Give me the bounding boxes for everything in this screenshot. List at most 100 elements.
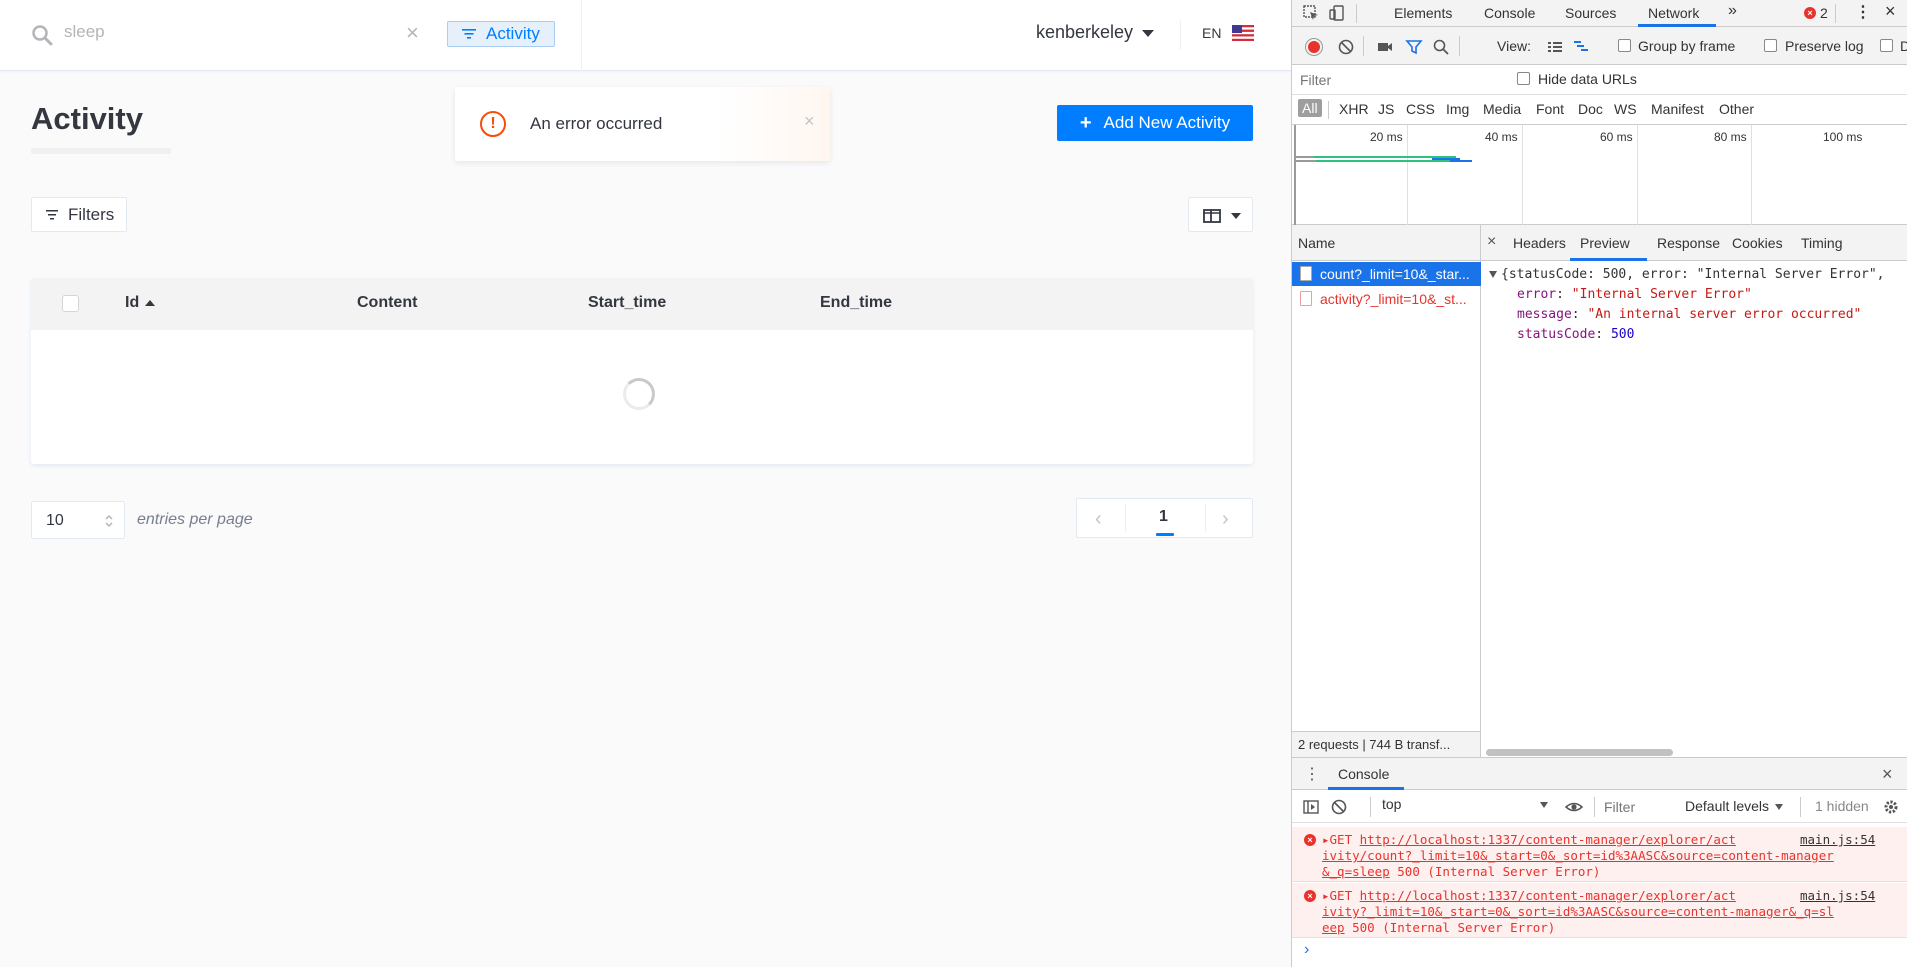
request-url[interactable]: http://localhost:1337/content-manager/ex…: [1360, 832, 1736, 847]
entries-per-page-select[interactable]: 10: [31, 501, 125, 539]
tab-network[interactable]: Network: [1648, 5, 1699, 21]
app-panel: sleep × Activity kenberkeley EN Activity…: [0, 0, 1291, 967]
type-filter-ws[interactable]: WS: [1614, 101, 1637, 117]
hide-data-urls-checkbox[interactable]: [1517, 72, 1530, 85]
name-column-header[interactable]: Name: [1292, 225, 1481, 261]
type-filter-js[interactable]: JS: [1378, 101, 1394, 117]
request-url-continued[interactable]: &_q=sleep: [1322, 864, 1390, 879]
user-menu[interactable]: kenberkeley: [1036, 22, 1133, 43]
close-devtools-icon[interactable]: ×: [1885, 1, 1896, 22]
devtools-tab-bar: Elements Console Sources Network » × 2 ⋮…: [1292, 0, 1907, 27]
timeline-gridline: [1407, 125, 1408, 225]
page-number[interactable]: 1: [1159, 508, 1168, 526]
large-rows-icon[interactable]: [1546, 38, 1564, 56]
source-link[interactable]: main.js:54: [1800, 888, 1875, 903]
gear-icon[interactable]: [1882, 798, 1900, 816]
tab-timing[interactable]: Timing: [1801, 235, 1843, 251]
type-filter-css[interactable]: CSS: [1406, 101, 1435, 117]
kebab-menu-icon[interactable]: ⋮: [1304, 764, 1320, 784]
context-select[interactable]: top: [1382, 796, 1552, 816]
add-button-label: Add New Activity: [1103, 113, 1231, 132]
timeline-gridline: [1637, 125, 1638, 225]
clear-icon[interactable]: [1337, 38, 1355, 56]
caret-down-icon[interactable]: [1142, 30, 1154, 37]
eye-icon[interactable]: [1565, 798, 1583, 816]
preserve-log-checkbox[interactable]: [1764, 39, 1777, 52]
close-detail-icon[interactable]: ×: [1487, 233, 1496, 251]
tab-cookies[interactable]: Cookies: [1732, 235, 1783, 251]
tab-preview[interactable]: Preview: [1580, 235, 1630, 251]
console-error-message[interactable]: × ▸GET http://localhost:1337/content-man…: [1292, 883, 1907, 938]
previous-page-icon[interactable]: ‹: [1095, 508, 1102, 531]
per-page-label: entries per page: [137, 511, 253, 528]
context-value: top: [1382, 796, 1402, 812]
log-levels-select[interactable]: Default levels: [1685, 798, 1784, 814]
close-drawer-icon[interactable]: ×: [1882, 764, 1893, 785]
close-icon[interactable]: ×: [804, 111, 815, 132]
language-selector[interactable]: EN: [1202, 25, 1221, 41]
preview-summary[interactable]: {statusCode: 500, error: "Internal Serve…: [1489, 267, 1885, 282]
source-link[interactable]: main.js:54: [1800, 832, 1875, 847]
filter-icon[interactable]: [1405, 38, 1423, 56]
resource-type-bar: All XHR JS CSS Img Media Font Doc WS Man…: [1292, 95, 1907, 125]
type-filter-media[interactable]: Media: [1483, 101, 1521, 117]
clear-search-icon[interactable]: ×: [406, 20, 419, 46]
search-tag-label: Activity: [486, 24, 540, 43]
request-url-continued[interactable]: eep: [1322, 920, 1345, 935]
column-header-id[interactable]: Id: [125, 294, 156, 312]
more-tabs-icon[interactable]: »: [1728, 2, 1737, 20]
record-icon[interactable]: [1306, 39, 1322, 55]
type-filter-doc[interactable]: Doc: [1578, 101, 1603, 117]
group-by-frame-checkbox[interactable]: [1618, 39, 1631, 52]
type-filter-other[interactable]: Other: [1719, 101, 1754, 117]
type-filter-img[interactable]: Img: [1446, 101, 1469, 117]
inspect-element-icon[interactable]: [1302, 4, 1320, 22]
caret-down-icon: [1231, 213, 1241, 219]
console-prompt-icon[interactable]: ›: [1304, 941, 1309, 959]
type-filter-font[interactable]: Font: [1536, 101, 1564, 117]
search-input[interactable]: sleep: [64, 22, 105, 42]
us-flag-icon[interactable]: [1232, 25, 1254, 41]
filters-button[interactable]: Filters: [31, 197, 127, 232]
request-url-continued[interactable]: ivity/count?_limit=10&_start=0&_sort=id%…: [1322, 848, 1834, 863]
column-header-start-time[interactable]: Start_time: [588, 294, 666, 312]
tab-elements[interactable]: Elements: [1394, 5, 1452, 21]
columns-toggle-button[interactable]: [1188, 197, 1253, 232]
horizontal-scrollbar[interactable]: [1486, 749, 1673, 756]
search-model-tag[interactable]: Activity: [447, 21, 555, 47]
tab-console-drawer[interactable]: Console: [1338, 766, 1389, 782]
clear-console-icon[interactable]: [1330, 798, 1348, 816]
disable-cache-checkbox[interactable]: [1880, 39, 1893, 52]
console-filter-input[interactable]: [1604, 796, 1666, 818]
type-filter-all[interactable]: All: [1298, 99, 1322, 117]
add-new-activity-button[interactable]: + Add New Activity: [1057, 105, 1253, 141]
log-levels-label: Default levels: [1685, 798, 1770, 814]
type-filter-xhr[interactable]: XHR: [1339, 101, 1369, 117]
type-filter-manifest[interactable]: Manifest: [1651, 101, 1704, 117]
tab-headers[interactable]: Headers: [1513, 235, 1566, 251]
screenshot-camera-icon[interactable]: [1376, 38, 1394, 56]
tab-sources[interactable]: Sources: [1565, 5, 1616, 21]
select-all-checkbox[interactable]: [62, 295, 79, 312]
tab-response[interactable]: Response: [1657, 235, 1720, 251]
divider: [581, 0, 582, 71]
console-error-message[interactable]: × ▸GET http://localhost:1337/content-man…: [1292, 827, 1907, 882]
network-filter-input[interactable]: [1296, 69, 1496, 91]
next-page-icon[interactable]: ›: [1222, 508, 1229, 531]
search-icon[interactable]: [1432, 38, 1450, 56]
network-summary: 2 requests | 744 B transf...: [1292, 731, 1481, 757]
column-header-end-time[interactable]: End_time: [820, 294, 892, 312]
column-header-content[interactable]: Content: [357, 294, 417, 312]
request-url-continued[interactable]: ivity?_limit=10&_start=0&_sort=id%3AASC&…: [1322, 904, 1834, 919]
device-toolbar-icon[interactable]: [1328, 4, 1346, 22]
request-row-activity[interactable]: activity?_limit=10&_st...: [1292, 287, 1481, 311]
error-count-badge[interactable]: × 2: [1804, 5, 1828, 21]
kebab-menu-icon[interactable]: ⋮: [1855, 2, 1871, 22]
tab-console[interactable]: Console: [1484, 5, 1535, 21]
filter-icon: [46, 209, 58, 219]
waterfall-icon[interactable]: [1572, 38, 1590, 56]
request-row-count[interactable]: count?_limit=10&_star...: [1292, 262, 1481, 286]
sidebar-toggle-icon[interactable]: [1302, 798, 1320, 816]
page-title: Activity: [31, 101, 143, 136]
request-url[interactable]: http://localhost:1337/content-manager/ex…: [1360, 888, 1736, 903]
